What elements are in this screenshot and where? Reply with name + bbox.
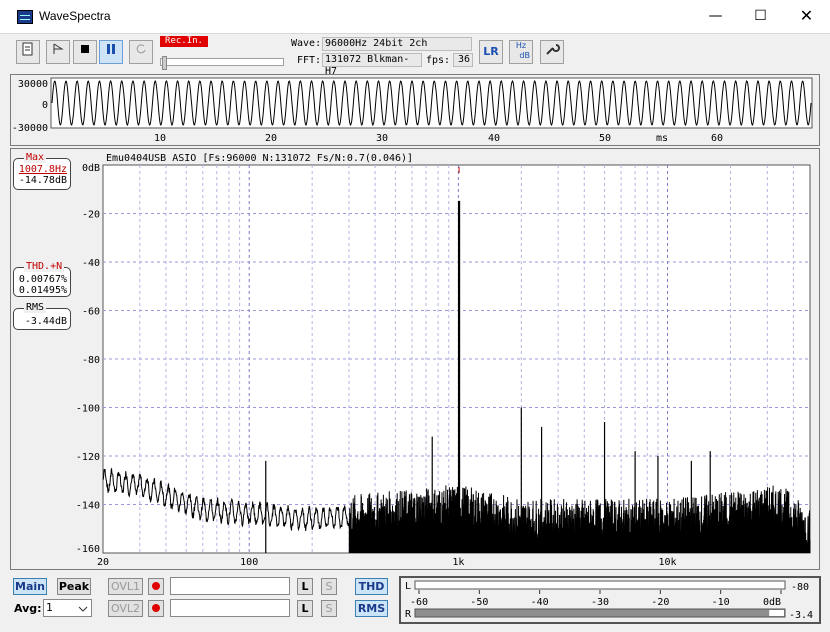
level-scale-label: -50: [470, 597, 488, 608]
wave-x-tick: 30: [376, 133, 388, 144]
avg-select[interactable]: 1: [43, 599, 92, 617]
play-button[interactable]: [46, 40, 70, 64]
toolbar: Rec.In. Wave: 96000Hz 24bit 2ch FFT: 131…: [0, 34, 830, 77]
settings-button[interactable]: [540, 40, 564, 64]
level-scale-label: -40: [531, 597, 549, 608]
y-tick-label: -60: [82, 307, 100, 318]
wave-x-tick: 60: [711, 133, 723, 144]
ovl2-save-button[interactable]: S: [321, 600, 337, 617]
spectrum-panel: Max 1007.8Hz -14.78dB THD.+N 0.00767% 0.…: [10, 148, 820, 570]
ovl1-field[interactable]: [170, 577, 290, 595]
y-tick-label: -80: [82, 355, 100, 366]
stop-button[interactable]: [73, 40, 97, 64]
ovl2-record-button[interactable]: [148, 600, 164, 617]
wave-y-tick: 0: [42, 100, 48, 111]
ovl1-button[interactable]: OVL1: [108, 578, 143, 595]
wave-x-tick: 20: [265, 133, 277, 144]
ovl1-record-button[interactable]: [148, 578, 164, 595]
spectrum-x-ticks: 20 100 1k 10k: [97, 557, 677, 568]
level-scale-label: -30: [591, 597, 609, 608]
wave-x-unit: ms: [656, 133, 668, 144]
level-scale-label: -20: [651, 597, 669, 608]
chevron-down-icon: [78, 606, 88, 612]
open-file-button[interactable]: [16, 40, 40, 64]
maximize-button[interactable]: ☐: [738, 0, 783, 33]
level-bar-r-fill: [769, 610, 784, 616]
level-scale-label: -10: [712, 597, 730, 608]
lr-channel-button[interactable]: LR: [479, 40, 503, 64]
level-scale: -60 -50 -40 -30 -20 -10 0dB: [410, 590, 782, 608]
position-slider[interactable]: [160, 56, 284, 70]
x-tick-label: 100: [240, 557, 258, 568]
fft-value[interactable]: 131072 Blkman-H7: [322, 53, 422, 77]
bottom-controls: Main Peak OVL1 L S THD Avg: 1 OVL2 L S R…: [0, 572, 830, 632]
window-title: WaveSpectra: [39, 9, 111, 23]
spectrum-y-ticks: 0dB -20 -40 -60 -80 -100 -120 -140 -160: [76, 163, 100, 555]
level-scale-label: 0dB: [763, 597, 781, 608]
level-l-value: -80: [791, 582, 809, 593]
wave-label: Wave:: [291, 38, 322, 49]
app-icon: [17, 10, 33, 24]
y-tick-label: -100: [76, 404, 100, 415]
fps-label: fps:: [426, 55, 451, 66]
fps-value: 36: [453, 53, 473, 67]
rec-input-label: Rec.In.: [160, 36, 208, 47]
y-tick-label: -40: [82, 258, 100, 269]
y-tick-label: -140: [76, 501, 100, 512]
close-button[interactable]: ✕: [784, 0, 829, 33]
x-tick-label: 10k: [658, 557, 676, 568]
spectrum-header: Emu0404USB ASIO [Fs:96000 N:131072 Fs/N:…: [106, 153, 413, 164]
hz-db-scale-button[interactable]: Hz dB: [509, 40, 533, 64]
ovl1-save-button[interactable]: S: [321, 578, 337, 595]
wave-x-tick: 10: [154, 133, 166, 144]
file-icon: [22, 42, 33, 56]
hz-label: Hz: [515, 41, 527, 50]
avg-value: 1: [46, 601, 53, 614]
db-label: dB: [519, 51, 530, 60]
wave-x-tick: 40: [488, 133, 500, 144]
level-bar-l: [414, 580, 786, 590]
rms-button[interactable]: RMS: [355, 600, 388, 617]
wave-x-tick: 50: [599, 133, 611, 144]
channel-r-label: R: [405, 609, 412, 620]
pause-button[interactable]: [99, 40, 123, 64]
y-tick-label: -160: [76, 544, 100, 555]
ovl2-load-button[interactable]: L: [297, 600, 313, 617]
level-meter: L -80 -60 -50 -40 -30 -20 -10 0dB R -3.4: [399, 576, 821, 624]
thd-button[interactable]: THD: [355, 578, 388, 595]
title-bar: WaveSpectra — ☐ ✕: [0, 0, 830, 34]
spectrum-chart: Emu0404USB ASIO [Fs:96000 N:131072 Fs/N:…: [76, 153, 811, 568]
y-tick-label: -120: [76, 452, 100, 463]
level-scale-label: -60: [410, 597, 428, 608]
x-tick-label: 20: [97, 557, 109, 568]
ovl2-button[interactable]: OVL2: [108, 600, 143, 617]
channel-l-label: L: [405, 581, 411, 592]
play-icon: [53, 43, 64, 54]
pause-icon: [107, 44, 115, 54]
stop-icon: [81, 45, 89, 53]
main-button[interactable]: Main: [13, 578, 47, 595]
ovl2-field[interactable]: [170, 599, 290, 617]
wave-y-tick: 30000: [18, 79, 48, 90]
level-bar-r: [414, 608, 786, 618]
waveform-panel: 30000 0 -30000 10 20 30 40 50 ms 60: [10, 74, 820, 146]
ovl1-load-button[interactable]: L: [297, 578, 313, 595]
wave-format-value: 96000Hz 24bit 2ch: [322, 37, 472, 51]
y-tick-label: 0dB: [82, 163, 100, 174]
y-tick-label: -20: [82, 210, 100, 221]
waveform-chart: 30000 0 -30000 10 20 30 40 50 ms 60: [12, 77, 813, 144]
x-tick-label: 1k: [452, 557, 464, 568]
level-r-value: -3.4: [789, 610, 813, 621]
wrench-icon: [546, 44, 560, 55]
wave-y-tick: -30000: [12, 123, 48, 134]
level-meter-chart: L -80 -60 -50 -40 -30 -20 -10 0dB R -3.4: [405, 580, 813, 621]
loop-button[interactable]: [129, 40, 153, 64]
peak-button[interactable]: Peak: [57, 578, 91, 595]
fft-label: FFT:: [297, 55, 322, 66]
refresh-icon: [136, 44, 146, 54]
avg-label: Avg:: [14, 602, 42, 615]
minimize-button[interactable]: —: [693, 0, 738, 33]
